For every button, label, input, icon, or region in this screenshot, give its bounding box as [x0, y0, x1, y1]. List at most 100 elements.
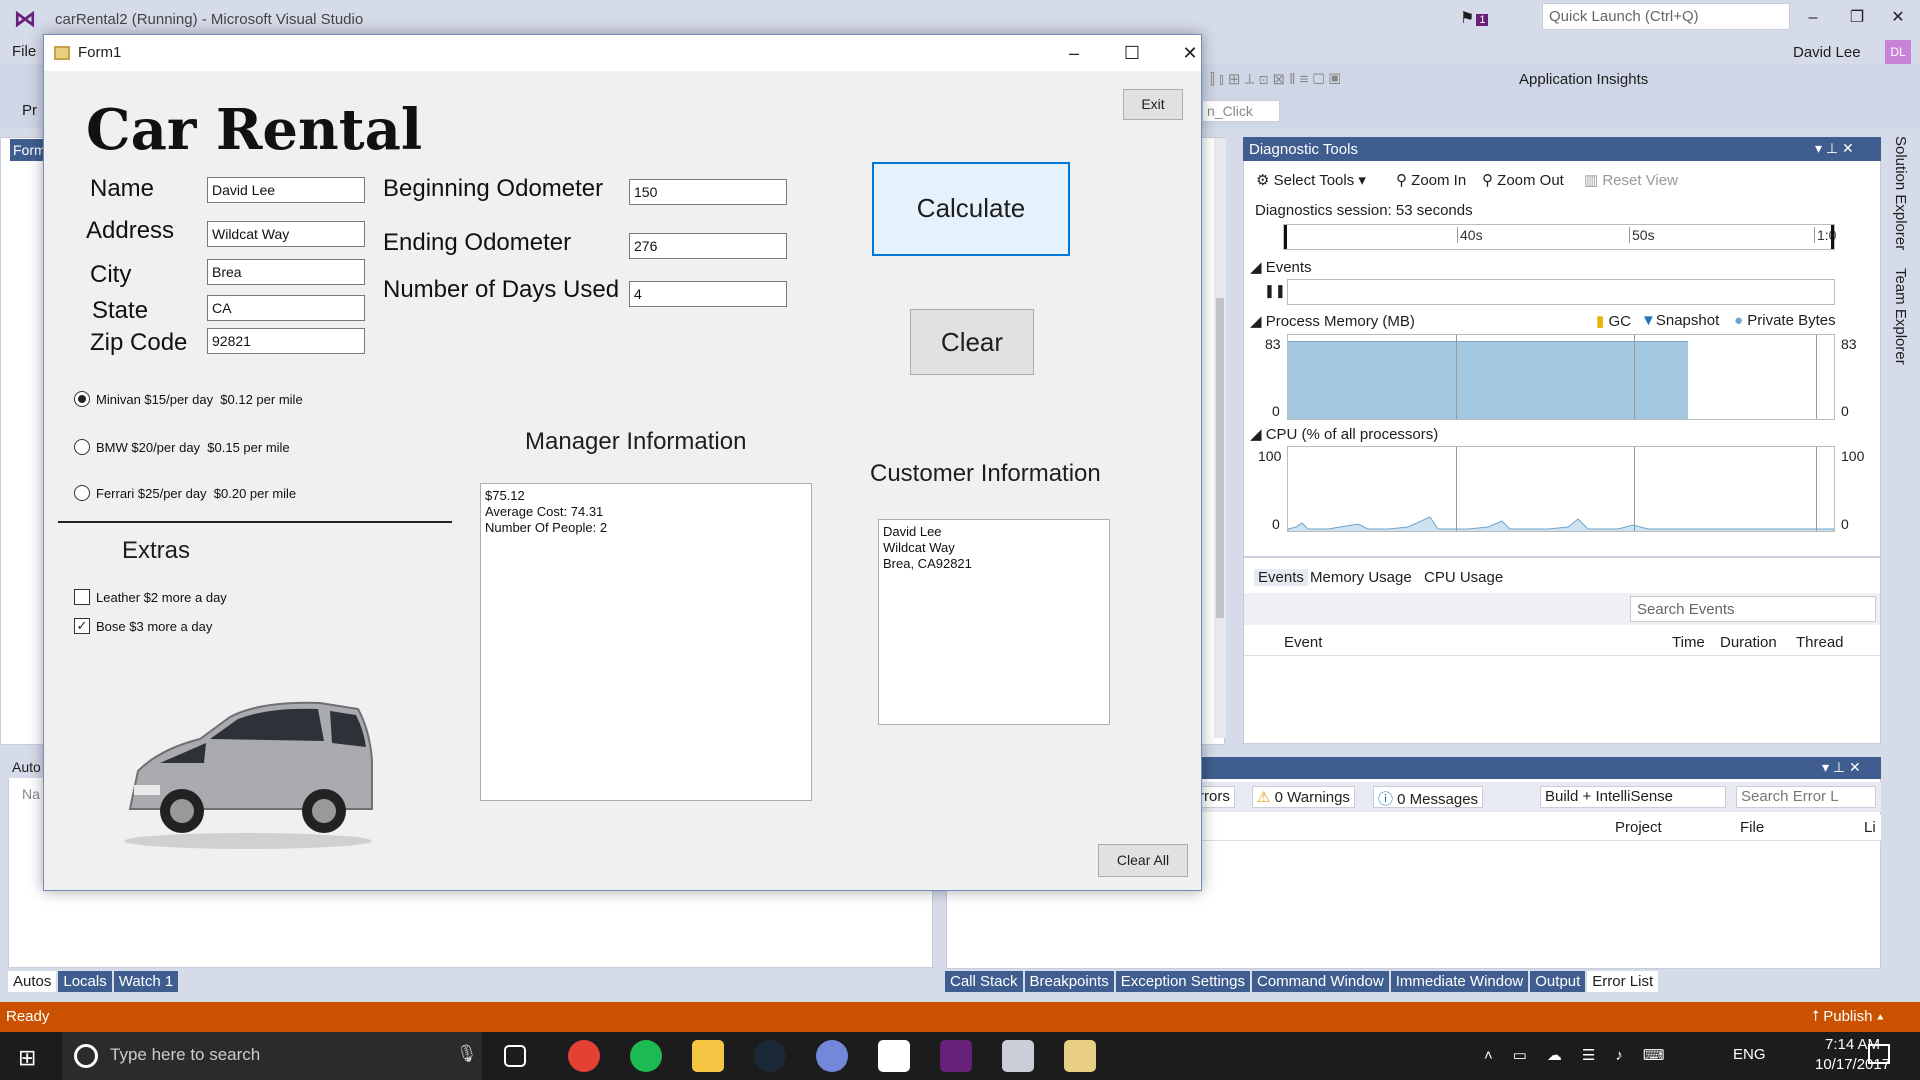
system-tray-icons[interactable]: ˄▭☁☰♪⌨ [1484, 1046, 1685, 1064]
events-track[interactable] [1287, 279, 1835, 305]
form-maximize-button[interactable]: ☐ [1112, 41, 1152, 65]
tab-call-stack[interactable]: Call Stack [945, 971, 1023, 992]
cpu-section-label[interactable]: ◢ CPU (% of all processors) [1250, 425, 1438, 443]
customer-info-listbox[interactable]: David Lee Wildcat Way Brea, CA92821 [878, 519, 1110, 725]
warnings-filter-button[interactable]: ⚠ 0 Warnings [1252, 786, 1355, 808]
menu-file[interactable]: File [12, 43, 36, 60]
build-filter-select[interactable]: Build + IntelliSense [1540, 786, 1726, 808]
tab-exception-settings[interactable]: Exception Settings [1115, 971, 1250, 992]
vs-restore-button[interactable]: ❐ [1839, 6, 1875, 30]
app-icon[interactable] [1002, 1040, 1034, 1072]
input-language[interactable]: ENG [1733, 1046, 1766, 1063]
bmw-radio[interactable] [74, 439, 90, 455]
ferrari-radio[interactable] [74, 485, 90, 501]
tab-output[interactable]: Output [1530, 971, 1586, 992]
memory-section-label[interactable]: ◢ Process Memory (MB) [1250, 312, 1415, 330]
customer-info-heading: Customer Information [870, 460, 1101, 487]
pause-icon[interactable]: ❚❚ [1264, 283, 1286, 299]
ending-odometer-field[interactable]: 276 [629, 233, 787, 259]
user-avatar[interactable]: DL [1885, 40, 1911, 64]
messages-filter-button[interactable]: ⓘ 0 Messages [1373, 786, 1484, 808]
team-explorer-tab[interactable]: Team Explorer [1892, 268, 1909, 365]
column-thread[interactable]: Thread [1796, 634, 1844, 651]
mail-icon[interactable] [878, 1040, 910, 1072]
beginning-odometer-field[interactable]: 150 [629, 179, 787, 205]
column-duration[interactable]: Duration [1720, 634, 1777, 651]
microphone-icon[interactable]: 🎙 [456, 1044, 478, 1064]
column-event[interactable]: Event [1284, 634, 1322, 651]
scrollbar-thumb[interactable] [1216, 298, 1224, 618]
zoom-out-button[interactable]: ⚲ Zoom Out [1482, 171, 1564, 189]
city-field[interactable]: Brea [207, 259, 365, 285]
publish-button[interactable]: ⭡ Publish ▴ [1812, 1008, 1884, 1025]
timeline-start-handle[interactable] [1284, 225, 1287, 249]
name-label: Name [90, 175, 155, 202]
tab-error-list[interactable]: Error List [1587, 971, 1659, 992]
cpu-graph[interactable] [1287, 446, 1835, 532]
task-view-icon[interactable] [504, 1045, 526, 1067]
events-section-label[interactable]: ◢ Events [1250, 258, 1312, 276]
solution-explorer-tab[interactable]: Solution Explorer [1892, 136, 1909, 250]
taskbar-search-box[interactable]: Type here to search 🎙 [62, 1032, 482, 1080]
tab-immediate-window[interactable]: Immediate Window [1390, 971, 1529, 992]
user-name[interactable]: David Lee [1793, 44, 1861, 61]
minivan-radio[interactable] [74, 391, 90, 407]
form-close-button[interactable]: ✕ [1170, 41, 1210, 65]
reset-view-button[interactable]: ▥ Reset View [1584, 171, 1678, 189]
form-icon [54, 46, 70, 60]
visual-studio-taskbar-icon[interactable] [940, 1040, 972, 1072]
steam-icon[interactable] [754, 1040, 786, 1072]
column-time[interactable]: Time [1672, 634, 1705, 651]
editor-scrollbar[interactable] [1214, 138, 1226, 738]
editor-tab[interactable]: Form [10, 139, 46, 161]
timeline-ruler[interactable]: 40s 50s 1:0 [1283, 224, 1836, 250]
column-line[interactable]: Li [1864, 819, 1876, 836]
exit-button[interactable]: Exit [1123, 89, 1183, 120]
tab-memory-usage[interactable]: Memory Usage [1310, 569, 1412, 586]
panel-pin-icons[interactable]: ▾ ⊥ ✕ [1815, 140, 1854, 157]
tab-locals[interactable]: Locals [58, 971, 112, 992]
clear-all-button[interactable]: Clear All [1098, 844, 1188, 877]
discord-icon[interactable] [816, 1040, 848, 1072]
zoom-in-button[interactable]: ⚲ Zoom In [1396, 171, 1466, 189]
vs-close-button[interactable]: ✕ [1880, 6, 1916, 30]
address-field[interactable]: Wildcat Way [207, 221, 365, 247]
tab-autos[interactable]: Autos [8, 971, 57, 992]
manager-info-listbox[interactable]: $75.12 Average Cost: 74.31 Number Of Peo… [480, 483, 812, 801]
error-search-input[interactable]: Search Error L [1736, 786, 1876, 808]
panel-pin-icons[interactable]: ▾ ⊥ ✕ [1822, 759, 1861, 776]
timeline-end-handle[interactable] [1831, 225, 1834, 249]
chrome-icon[interactable] [568, 1040, 600, 1072]
state-field[interactable]: CA [207, 295, 365, 321]
form-minimize-button[interactable]: – [1054, 41, 1094, 65]
quick-launch-input[interactable]: Quick Launch (Ctrl+Q) [1542, 3, 1790, 30]
bose-checkbox[interactable]: ✓ [74, 618, 90, 634]
days-used-field[interactable]: 4 [629, 281, 787, 307]
leather-checkbox[interactable] [74, 589, 90, 605]
tab-watch-1[interactable]: Watch 1 [113, 971, 179, 992]
private-bytes-marker-icon: ● [1734, 312, 1744, 329]
search-events-input[interactable]: Search Events [1630, 596, 1876, 622]
tab-events[interactable]: Events [1254, 569, 1308, 586]
zip-code-field[interactable]: 92821 [207, 328, 365, 354]
memory-graph[interactable] [1287, 334, 1835, 420]
tab-cpu-usage[interactable]: CPU Usage [1424, 569, 1503, 586]
vs-minimize-button[interactable]: – [1795, 6, 1831, 30]
calculate-button[interactable]: Calculate [872, 162, 1070, 256]
form1-taskbar-icon[interactable] [1064, 1040, 1096, 1072]
spotify-icon[interactable] [630, 1040, 662, 1072]
select-tools-button[interactable]: ⚙ Select Tools ▾ [1256, 171, 1366, 189]
tab-breakpoints[interactable]: Breakpoints [1024, 971, 1114, 992]
clear-button[interactable]: Clear [910, 309, 1034, 375]
messages-label: 0 Messages [1397, 791, 1479, 808]
column-file[interactable]: File [1740, 819, 1764, 836]
windows-start-icon[interactable]: ⊞ [18, 1045, 36, 1071]
file-explorer-icon[interactable] [692, 1040, 724, 1072]
action-center-icon[interactable] [1868, 1044, 1890, 1064]
column-project[interactable]: Project [1615, 819, 1662, 836]
tab-command-window[interactable]: Command Window [1252, 971, 1389, 992]
application-insights-button[interactable]: Application Insights [1519, 71, 1648, 88]
name-field[interactable]: David Lee [207, 177, 365, 203]
notifications-flag-icon[interactable]: ⚑ 1 [1460, 8, 1489, 28]
event-handler-combo[interactable]: n_Click [1202, 100, 1280, 122]
